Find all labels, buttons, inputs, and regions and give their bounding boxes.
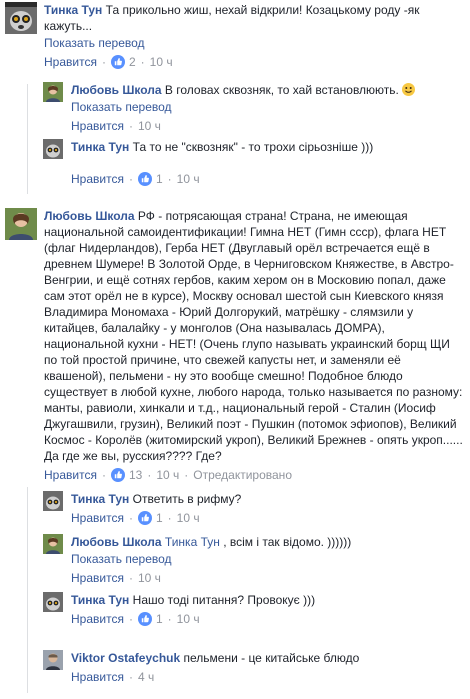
comment-actions: Нравится · 10 ч bbox=[71, 118, 161, 134]
thumbs-up-icon bbox=[137, 612, 152, 626]
comment-author[interactable]: Любовь Школа bbox=[71, 83, 162, 97]
comment-actions: Нравится · 1 · 10 ч bbox=[71, 611, 200, 627]
translate-link[interactable]: Показать перевод bbox=[71, 99, 465, 115]
thumbs-up-icon bbox=[137, 511, 152, 525]
like-button[interactable]: Нравится bbox=[71, 171, 124, 187]
reactions-count[interactable]: 1 bbox=[137, 171, 163, 187]
comment: Тинка Тун Та прикольно жиш, нехай відкри… bbox=[5, 2, 465, 70]
comment-text: пельмени - це китайське блюдо bbox=[183, 651, 360, 665]
timestamp[interactable]: 10 ч bbox=[177, 510, 200, 526]
smile-emoji-icon bbox=[402, 83, 416, 96]
like-button[interactable]: Нравится bbox=[44, 467, 97, 483]
timestamp[interactable]: 10 ч bbox=[138, 570, 161, 586]
mention-link[interactable]: Тинка Тун bbox=[165, 535, 220, 549]
reactions-count[interactable]: 2 bbox=[110, 54, 136, 70]
edited-label[interactable]: Отредактировано bbox=[193, 467, 292, 483]
comment-actions: Нравится · 2 · 10 ч bbox=[44, 54, 173, 70]
avatar[interactable] bbox=[43, 592, 63, 612]
like-button[interactable]: Нравится bbox=[71, 611, 124, 627]
comment-actions: Нравится · 10 ч bbox=[71, 570, 161, 586]
comment: Любовь Школа РФ - потрясающая страна! Ст… bbox=[5, 208, 465, 483]
like-button[interactable]: Нравится bbox=[44, 54, 97, 70]
reply: Тинка Тун Та то не "сквозняк" - то трохи… bbox=[43, 139, 465, 187]
comment-actions: Нравится · 1 · 10 ч bbox=[71, 171, 200, 187]
reactions-count[interactable]: 1 bbox=[137, 611, 163, 627]
reply: Любовь Школа В головах сквозняк, то хай … bbox=[43, 82, 465, 134]
reactions-count[interactable]: 1 bbox=[137, 510, 163, 526]
timestamp[interactable]: 10 ч bbox=[156, 467, 179, 483]
like-button[interactable]: Нравится bbox=[71, 510, 124, 526]
comment-text: Нашо тоді питання? Провокує ))) bbox=[132, 593, 316, 607]
timestamp[interactable]: 10 ч bbox=[177, 611, 200, 627]
comment-author[interactable]: Любовь Школа bbox=[71, 535, 162, 549]
comment-text: , всім і так відомо. )))))) bbox=[223, 535, 352, 549]
avatar[interactable] bbox=[43, 534, 63, 554]
reply-thread-line bbox=[27, 487, 28, 693]
avatar[interactable] bbox=[43, 650, 63, 670]
timestamp[interactable]: 4 ч bbox=[138, 669, 154, 685]
like-button[interactable]: Нравится bbox=[71, 669, 124, 685]
avatar[interactable] bbox=[43, 82, 63, 102]
like-button[interactable]: Нравится bbox=[71, 118, 124, 134]
comment-text: Ответить в рифму? bbox=[132, 492, 242, 506]
timestamp[interactable]: 10 ч bbox=[150, 54, 173, 70]
reply: Тинка Тун Ответить в рифму? Нравится · 1… bbox=[43, 491, 465, 526]
comment-text: В головах сквозняк, то хай встановлюють. bbox=[164, 83, 403, 97]
translate-link[interactable]: Показать перевод bbox=[71, 551, 465, 567]
timestamp[interactable]: 10 ч bbox=[138, 118, 161, 134]
thumbs-up-icon bbox=[110, 468, 125, 482]
comment-text: РФ - потрясающая страна! Страна, не имею… bbox=[44, 209, 463, 463]
avatar[interactable] bbox=[5, 208, 37, 240]
reply: Тинка Тун Нашо тоді питання? Провокує ))… bbox=[43, 592, 465, 627]
comment-actions: Нравится · 1 · 10 ч bbox=[71, 510, 200, 526]
comment-author[interactable]: Любовь Школа bbox=[44, 209, 135, 223]
comment-author[interactable]: Тинка Тун bbox=[71, 593, 129, 607]
reply-thread-line bbox=[27, 84, 28, 194]
reply: Любовь Школа Тинка Тун , всім і так відо… bbox=[43, 534, 465, 586]
comment-text: Та то не "сквозняк" - то трохи сірьозніш… bbox=[132, 140, 374, 154]
thumbs-up-icon bbox=[110, 55, 125, 69]
comment-author[interactable]: Тинка Тун bbox=[71, 140, 129, 154]
like-button[interactable]: Нравится bbox=[71, 570, 124, 586]
timestamp[interactable]: 10 ч bbox=[177, 171, 200, 187]
avatar[interactable] bbox=[43, 491, 63, 511]
comment-actions: Нравится · 4 ч bbox=[71, 669, 155, 685]
comment-author[interactable]: Viktor Ostafeychuk bbox=[71, 651, 180, 665]
avatar[interactable] bbox=[43, 139, 63, 159]
reply: Viktor Ostafeychuk пельмени - це китайсь… bbox=[43, 650, 465, 685]
reactions-count[interactable]: 13 bbox=[110, 467, 142, 483]
comment-actions: Нравится · 13 · 10 ч · Отредактировано bbox=[44, 467, 292, 483]
comment-author[interactable]: Тинка Тун bbox=[71, 492, 129, 506]
thumbs-up-icon bbox=[137, 172, 152, 186]
avatar[interactable] bbox=[5, 2, 37, 34]
comment-author[interactable]: Тинка Тун bbox=[44, 3, 102, 17]
translate-link[interactable]: Показать перевод bbox=[44, 35, 465, 51]
